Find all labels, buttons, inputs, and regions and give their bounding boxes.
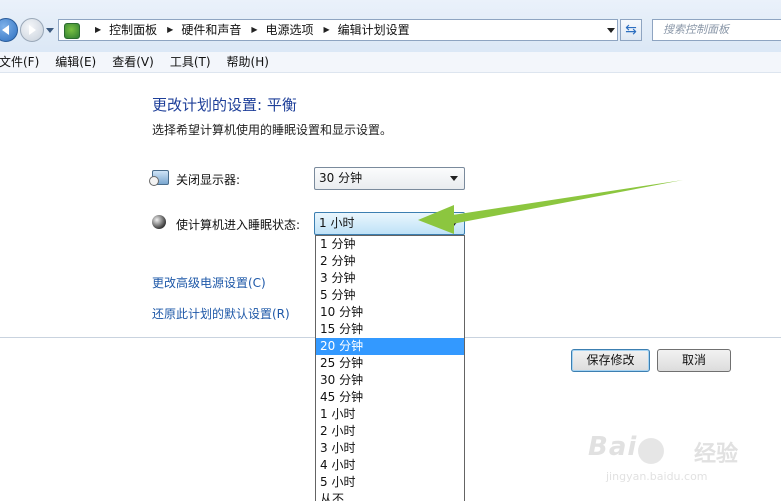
list-item[interactable]: 1 小时 xyxy=(316,406,464,423)
list-item[interactable]: 1 分钟 xyxy=(316,236,464,253)
list-item[interactable]: 10 分钟 xyxy=(316,304,464,321)
list-item[interactable]: 30 分钟 xyxy=(316,372,464,389)
address-field[interactable]: ▶ 控制面板 ▶ 硬件和声音 ▶ 电源选项 ▶ 编辑计划设置 xyxy=(58,19,618,41)
list-item[interactable]: 20 分钟 xyxy=(316,338,464,355)
menu-edit[interactable]: 编辑(E) xyxy=(55,52,104,72)
cancel-button[interactable]: 取消 xyxy=(657,349,731,372)
page-subtitle: 选择希望计算机使用的睡眠设置和显示设置。 xyxy=(152,123,393,137)
list-item[interactable]: 5 分钟 xyxy=(316,287,464,304)
list-item[interactable]: 2 分钟 xyxy=(316,253,464,270)
address-history-dropdown[interactable] xyxy=(607,28,615,33)
baidu-watermark: Bai 经验 jingyan.baidu.com xyxy=(586,430,776,500)
menu-file[interactable]: 文件(F) xyxy=(0,52,47,72)
arrow-shaft xyxy=(446,180,683,224)
forward-button[interactable] xyxy=(20,18,44,42)
list-item[interactable]: 从不 xyxy=(316,491,464,501)
sleep-label: 使计算机进入睡眠状态: xyxy=(176,218,301,232)
list-item[interactable]: 15 分钟 xyxy=(316,321,464,338)
breadcrumb: ▶ 控制面板 ▶ 硬件和声音 ▶ 电源选项 ▶ 编辑计划设置 xyxy=(85,20,410,40)
list-item[interactable]: 2 小时 xyxy=(316,423,464,440)
restore-defaults-link[interactable]: 还原此计划的默认设置(R) xyxy=(152,305,290,322)
advanced-power-settings-link[interactable]: 更改高级电源设置(C) xyxy=(152,274,266,291)
display-off-label: 关闭显示器: xyxy=(176,173,241,187)
chevron-right-icon[interactable]: ▶ xyxy=(324,20,330,40)
menu-help[interactable]: 帮助(H) xyxy=(227,52,277,72)
control-panel-icon xyxy=(64,23,80,39)
breadcrumb-control-panel[interactable]: 控制面板 xyxy=(109,20,157,40)
display-off-select[interactable]: 30 分钟 xyxy=(314,167,465,190)
recent-pages-dropdown[interactable] xyxy=(46,28,54,33)
menu-bar: 文件(F) 编辑(E) 查看(V) 工具(T) 帮助(H) xyxy=(0,52,781,73)
menu-tools[interactable]: 工具(T) xyxy=(170,52,219,72)
list-item[interactable]: 25 分钟 xyxy=(316,355,464,372)
monitor-icon xyxy=(149,170,169,186)
refresh-button[interactable]: ⇆ xyxy=(620,19,642,41)
moon-icon xyxy=(152,215,166,229)
breadcrumb-edit-plan[interactable]: 编辑计划设置 xyxy=(338,20,410,40)
save-button[interactable]: 保存修改 xyxy=(571,349,650,372)
chevron-right-icon[interactable]: ▶ xyxy=(167,20,173,40)
page-title: 更改计划的设置: 平衡 xyxy=(152,96,297,114)
list-item[interactable]: 5 小时 xyxy=(316,474,464,491)
list-item[interactable]: 3 小时 xyxy=(316,440,464,457)
display-off-value: 30 分钟 xyxy=(319,171,363,185)
paw-logo-icon xyxy=(638,438,664,464)
list-item[interactable]: 45 分钟 xyxy=(316,389,464,406)
sleep-dropdown-list[interactable]: 1 分钟 2 分钟 3 分钟 5 分钟 10 分钟 15 分钟 20 分钟 25… xyxy=(315,235,465,501)
list-item[interactable]: 3 分钟 xyxy=(316,270,464,287)
watermark-product: 经验 xyxy=(694,442,739,467)
search-input[interactable]: 搜索控制面板 xyxy=(652,19,781,41)
list-item[interactable]: 4 小时 xyxy=(316,457,464,474)
back-button[interactable] xyxy=(0,18,18,42)
sleep-value: 1 小时 xyxy=(319,216,355,230)
watermark-url: jingyan.baidu.com xyxy=(606,470,708,483)
chevron-right-icon[interactable]: ▶ xyxy=(251,20,257,40)
chevron-down-icon xyxy=(450,221,458,226)
chevron-right-icon[interactable]: ▶ xyxy=(95,20,101,40)
refresh-icon: ⇆ xyxy=(625,22,637,38)
menu-view[interactable]: 查看(V) xyxy=(112,52,162,72)
breadcrumb-power-options[interactable]: 电源选项 xyxy=(266,20,314,40)
chevron-down-icon xyxy=(450,176,458,181)
watermark-brand: Bai xyxy=(588,432,638,462)
breadcrumb-hardware-sound[interactable]: 硬件和声音 xyxy=(181,20,241,40)
sleep-select[interactable]: 1 小时 xyxy=(314,212,465,235)
